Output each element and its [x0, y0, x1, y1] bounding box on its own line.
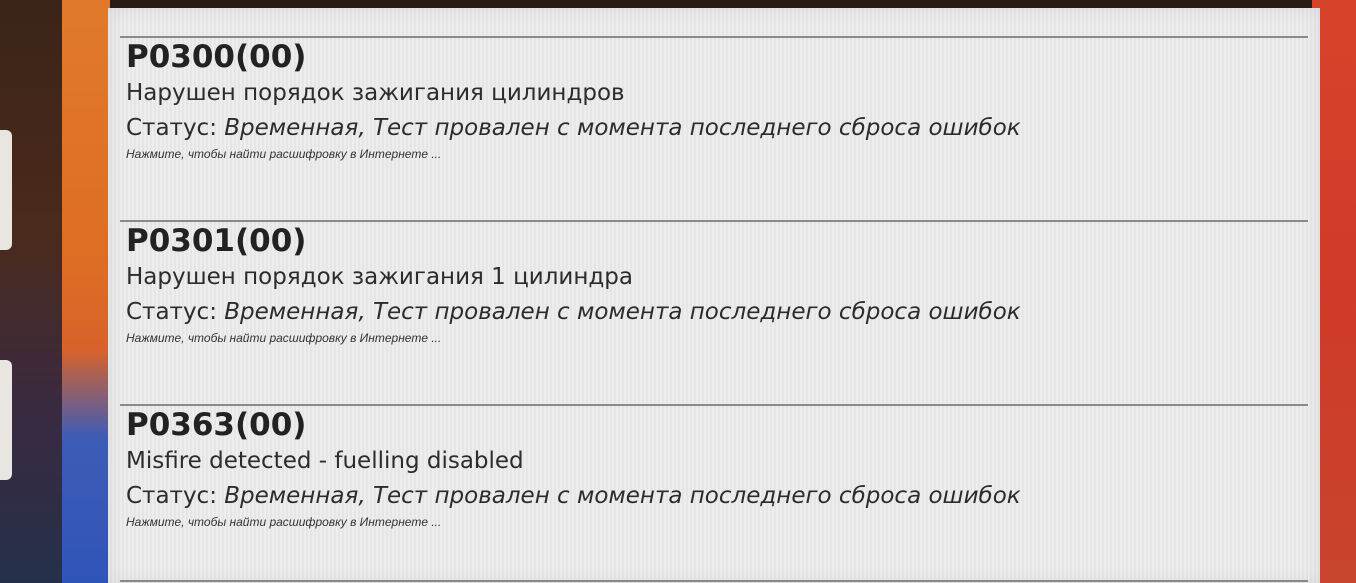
dtc-code: P0301(00): [126, 223, 307, 259]
dtc-status-label: Статус:: [126, 299, 217, 325]
device-bezel-left: [0, 0, 70, 583]
dtc-list-item[interactable]: P0363(00) Misfire detected - fuelling di…: [126, 406, 1300, 530]
dtc-status-value: Временная, Тест провален с момента после…: [224, 115, 1021, 141]
dtc-status: Статус: Временная, Тест провален с момен…: [126, 478, 1300, 514]
dtc-status-value: Временная, Тест провален с момента после…: [224, 299, 1021, 325]
dtc-list-item[interactable]: P0300(00) Нарушен порядок зажигания цили…: [126, 38, 1300, 162]
dtc-list-screen: P0300(00) Нарушен порядок зажигания цили…: [108, 8, 1320, 583]
photo-frame: P0300(00) Нарушен порядок зажигания цили…: [0, 0, 1356, 583]
dtc-status: Статус: Временная, Тест провален с момен…: [126, 294, 1300, 330]
dtc-list-item[interactable]: P0301(00) Нарушен порядок зажигания 1 ци…: [126, 222, 1300, 346]
dtc-description: Misfire detected - fuelling disabled: [126, 448, 524, 474]
dtc-search-hint-link[interactable]: Нажмите, чтобы найти расшифровку в Интер…: [126, 514, 1300, 530]
device-side-button: [0, 360, 12, 480]
dtc-search-hint-link[interactable]: Нажмите, чтобы найти расшифровку в Интер…: [126, 330, 1300, 346]
dtc-description: Нарушен порядок зажигания цилиндров: [126, 80, 625, 106]
dtc-status-label: Статус:: [126, 483, 217, 509]
dtc-code: P0300(00): [126, 39, 307, 75]
dtc-status: Статус: Временная, Тест провален с момен…: [126, 110, 1300, 146]
dtc-search-hint-link[interactable]: Нажмите, чтобы найти расшифровку в Интер…: [126, 146, 1300, 162]
device-bezel-strip: [62, 0, 110, 583]
device-side-button: [0, 130, 12, 250]
dtc-status-label: Статус:: [126, 115, 217, 141]
dtc-description: Нарушен порядок зажигания 1 цилиндра: [126, 264, 633, 290]
list-divider: [120, 580, 1308, 582]
dtc-status-value: Временная, Тест провален с момента после…: [224, 483, 1021, 509]
dtc-code: P0363(00): [126, 407, 307, 443]
